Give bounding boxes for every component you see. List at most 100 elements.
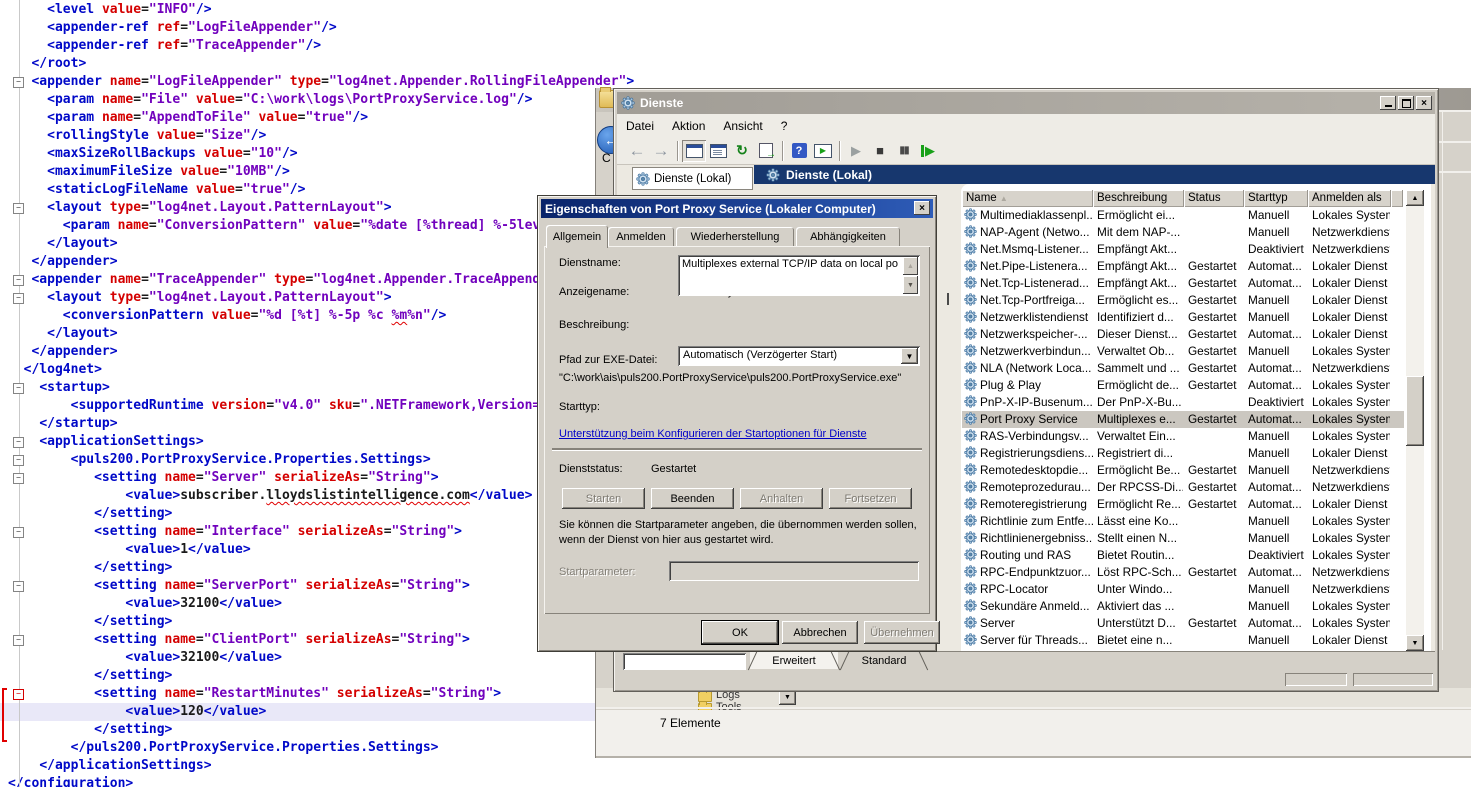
scrollbar-thumb[interactable] (1406, 376, 1424, 446)
service-row[interactable]: RemoteregistrierungErmöglicht Re...Gesta… (962, 496, 1404, 513)
service-row[interactable]: Net.Pipe-Listenera...Empfängt Akt...Gest… (962, 258, 1404, 275)
service-row[interactable]: Net.Msmq-Listener...Empfängt Akt...Deakt… (962, 241, 1404, 258)
show-console-tree-icon[interactable] (682, 140, 706, 162)
fold-toggle-icon[interactable]: − (13, 77, 24, 88)
service-row[interactable]: Remotedesktopdie...Ermöglicht Be...Gesta… (962, 462, 1404, 479)
service-row[interactable]: RAS-Verbindungsv...Verwaltet Ein...Manue… (962, 428, 1404, 445)
services-titlebar[interactable]: Dienste × (617, 92, 1435, 114)
service-row[interactable]: Plug & PlayErmöglicht de...GestartetAuto… (962, 377, 1404, 394)
code-line: <level value="INFO"/> (0, 1, 1471, 19)
service-row[interactable]: Routing und RASBietet Routin...Deaktivie… (962, 547, 1404, 564)
scroll-down-icon[interactable]: ▼ (1406, 635, 1424, 651)
service-row[interactable]: Netzwerkverbindun...Verwaltet Ob...Gesta… (962, 343, 1404, 360)
fold-toggle-icon[interactable]: − (13, 635, 24, 646)
service-row[interactable]: RPC-LocatorUnter Windo...ManuellNetzwerk… (962, 581, 1404, 598)
restart-service-icon[interactable]: ▶ (916, 140, 940, 162)
tab-abhngigkeiten[interactable]: Abhängigkeiten (796, 227, 900, 247)
fold-toggle-icon[interactable]: − (13, 527, 24, 538)
tab-anmelden[interactable]: Anmelden (608, 227, 674, 247)
service-row[interactable]: Richtlinie zum Entfe...Lässt eine Ko...M… (962, 513, 1404, 530)
menu-item-datei[interactable]: Datei (617, 119, 663, 133)
tab-allgemein[interactable]: Allgemein (546, 225, 608, 248)
service-row[interactable]: Net.Tcp-Portfreiga...Ermöglicht es...Ges… (962, 292, 1404, 309)
starttyp-combobox[interactable]: Automatisch (Verzögerter Start) ▼ (678, 346, 920, 366)
splitter-handle[interactable] (947, 293, 949, 305)
change-marker (2, 688, 7, 742)
close-button[interactable]: × (1416, 96, 1432, 110)
scroll-up-icon[interactable]: ▲ (1406, 190, 1424, 206)
starten-button[interactable]: Starten (562, 488, 645, 509)
service-row[interactable]: Remoteprozedurau...Der RPCSS-Di...Gestar… (962, 479, 1404, 496)
column-header-status[interactable]: Status (1184, 190, 1244, 207)
menu-item-[interactable]: ? (772, 119, 797, 133)
help-icon[interactable]: ? (787, 140, 811, 162)
service-row[interactable]: Multimediaklassenpl...Ermöglicht ei...Ma… (962, 207, 1404, 224)
column-header-anmeldenals[interactable]: Anmelden als (1308, 190, 1391, 207)
column-header-beschreibung[interactable]: Beschreibung (1093, 190, 1184, 207)
vertical-scrollbar[interactable]: ▲ ▼ (1406, 190, 1424, 651)
startparameter-input[interactable] (669, 561, 919, 581)
beenden-button[interactable]: Beenden (651, 488, 734, 509)
fold-toggle-icon[interactable]: − (13, 293, 24, 304)
extended-view-icon[interactable]: ▶ (811, 140, 835, 162)
scope-tree-item[interactable]: Dienste (Lokal) (632, 167, 753, 190)
divider (596, 756, 1471, 758)
menu-item-ansicht[interactable]: Ansicht (714, 119, 771, 133)
properties-icon[interactable] (706, 140, 730, 162)
refresh-icon[interactable]: ↻ (730, 140, 754, 162)
service-row[interactable]: Richtlinienergebniss...Stellt einen N...… (962, 530, 1404, 547)
anhalten-button[interactable]: Anhalten (740, 488, 823, 509)
service-row[interactable]: NLA (Network Loca...Sammelt und ...Gesta… (962, 360, 1404, 377)
column-header-stub[interactable] (1391, 190, 1403, 207)
service-row[interactable]: Port Proxy ServiceMultiplexes e...Gestar… (962, 411, 1404, 428)
close-icon[interactable]: × (914, 201, 930, 215)
service-row[interactable]: PnP-X-IP-Busenum...Der PnP-X-Bu...Deakti… (962, 394, 1404, 411)
ok-button[interactable]: OK (702, 621, 778, 644)
service-row[interactable]: Server für Threads...Bietet eine n...Man… (962, 632, 1404, 649)
view-tab-standard[interactable]: Standard (842, 652, 926, 669)
code-line: </configuration> (0, 775, 1471, 787)
service-row[interactable]: RPC-Endpunktzuor...Löst RPC-Sch...Gestar… (962, 564, 1404, 581)
fortsetzen-button[interactable]: Fortsetzen (829, 488, 912, 509)
startoptions-link[interactable]: Unterstützung beim Konfigurieren der Sta… (559, 428, 867, 440)
service-row[interactable]: NetzwerklistendienstIdentifiziert d...Ge… (962, 309, 1404, 326)
service-row[interactable]: Netzwerkspeicher-...Dieser Dienst...Gest… (962, 326, 1404, 343)
column-header-name[interactable]: Name ▲ (962, 190, 1093, 207)
stop-service-icon[interactable]: ■ (868, 140, 892, 162)
pause-service-icon[interactable]: ▮▮ (892, 140, 916, 162)
uebernehmen-button[interactable]: Übernehmen (864, 621, 940, 644)
scroll-down-icon[interactable]: ▼ (903, 276, 918, 294)
scroll-up-icon[interactable]: ▲ (903, 257, 918, 275)
fold-toggle-icon[interactable]: − (13, 383, 24, 394)
service-row[interactable]: NAP-Agent (Netwo...Mit dem NAP-...Manuel… (962, 224, 1404, 241)
service-row[interactable]: Net.Tcp-Listenerad...Empfängt Akt...Gest… (962, 275, 1404, 292)
fold-toggle-icon[interactable]: − (13, 581, 24, 592)
tab-wiederherstellung[interactable]: Wiederherstellung (676, 227, 794, 247)
beschreibung-field[interactable]: Multiplexes external TCP/IP data on loca… (678, 255, 920, 296)
cell: Ermöglicht de... (1097, 378, 1183, 392)
back-icon[interactable]: ← (625, 140, 649, 162)
dropdown-button[interactable]: ▼ (779, 690, 796, 705)
service-row[interactable]: ServerUnterstützt D...GestartetAutomat..… (962, 615, 1404, 632)
column-header-starttyp[interactable]: Starttyp (1244, 190, 1308, 207)
export-list-icon[interactable] (754, 140, 778, 162)
minimize-button[interactable] (1380, 96, 1396, 110)
fold-toggle-icon[interactable]: − (13, 455, 24, 466)
service-row[interactable]: Registrierungsdiens...Registriert di...M… (962, 445, 1404, 462)
cell: Server für Threads... (980, 633, 1093, 647)
maximize-button[interactable] (1398, 96, 1414, 110)
fold-toggle-icon[interactable]: − (13, 437, 24, 448)
chevron-down-icon[interactable]: ▼ (901, 348, 918, 364)
forward-icon[interactable]: → (649, 140, 673, 162)
dialog-titlebar[interactable]: Eigenschaften von Port Proxy Service (Lo… (541, 199, 933, 218)
fold-toggle-icon[interactable]: − (13, 689, 24, 700)
divider (1442, 110, 1443, 650)
view-tab-erweitert[interactable]: Erweitert (750, 652, 838, 669)
abbrechen-button[interactable]: Abbrechen (782, 621, 858, 644)
fold-toggle-icon[interactable]: − (13, 203, 24, 214)
fold-toggle-icon[interactable]: − (13, 473, 24, 484)
service-row[interactable]: Sekundäre Anmeld...Aktiviert das ...Manu… (962, 598, 1404, 615)
menu-item-aktion[interactable]: Aktion (663, 119, 714, 133)
fold-toggle-icon[interactable]: − (13, 275, 24, 286)
start-service-icon[interactable]: ▶ (844, 140, 868, 162)
